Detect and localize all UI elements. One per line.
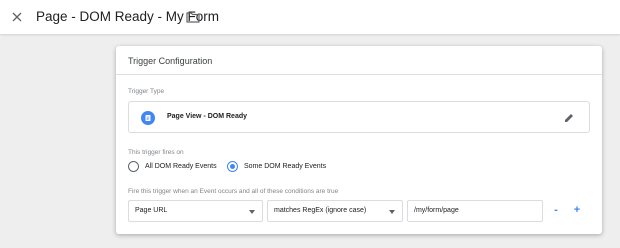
radio-label: All DOM Ready Events — [145, 163, 217, 170]
variable-value: Page URL — [135, 207, 168, 214]
radio-some-dom-ready-events[interactable]: Some DOM Ready Events — [227, 161, 326, 172]
caret-down-icon — [249, 210, 255, 214]
operator-value: matches RegEx (ignore case) — [274, 207, 367, 214]
radio-button[interactable] — [128, 161, 139, 172]
trigger-configuration-card: Trigger Configuration Trigger Type Page … — [116, 46, 602, 234]
caret-down-icon — [389, 210, 395, 214]
folder-icon[interactable] — [186, 10, 200, 23]
card-divider — [116, 74, 602, 75]
condition-label: Fire this trigger when an Event occurs a… — [128, 188, 339, 195]
radio-button-selected[interactable] — [227, 161, 238, 172]
remove-condition-button[interactable]: - — [550, 204, 562, 216]
variable-select[interactable]: Page URL — [128, 200, 263, 222]
condition-value-input[interactable]: /my/form/page — [407, 200, 543, 222]
card-title: Trigger Configuration — [128, 56, 213, 66]
radio-all-dom-ready-events[interactable]: All DOM Ready Events — [128, 161, 217, 172]
pencil-icon[interactable] — [563, 111, 575, 123]
page-view-icon — [141, 111, 155, 125]
add-condition-button[interactable]: + — [571, 204, 583, 216]
condition-value: /my/form/page — [414, 207, 459, 214]
fires-on-label: This trigger fires on — [128, 149, 184, 156]
radio-label: Some DOM Ready Events — [244, 163, 327, 170]
top-bar: Page - DOM Ready - My Form — [0, 0, 620, 34]
trigger-type-label: Trigger Type — [128, 88, 165, 95]
trigger-type-name: Page View - DOM Ready — [167, 113, 248, 120]
trigger-type-selector[interactable]: Page View - DOM Ready — [128, 101, 590, 133]
close-icon[interactable] — [9, 9, 25, 25]
operator-select[interactable]: matches RegEx (ignore case) — [267, 200, 403, 222]
